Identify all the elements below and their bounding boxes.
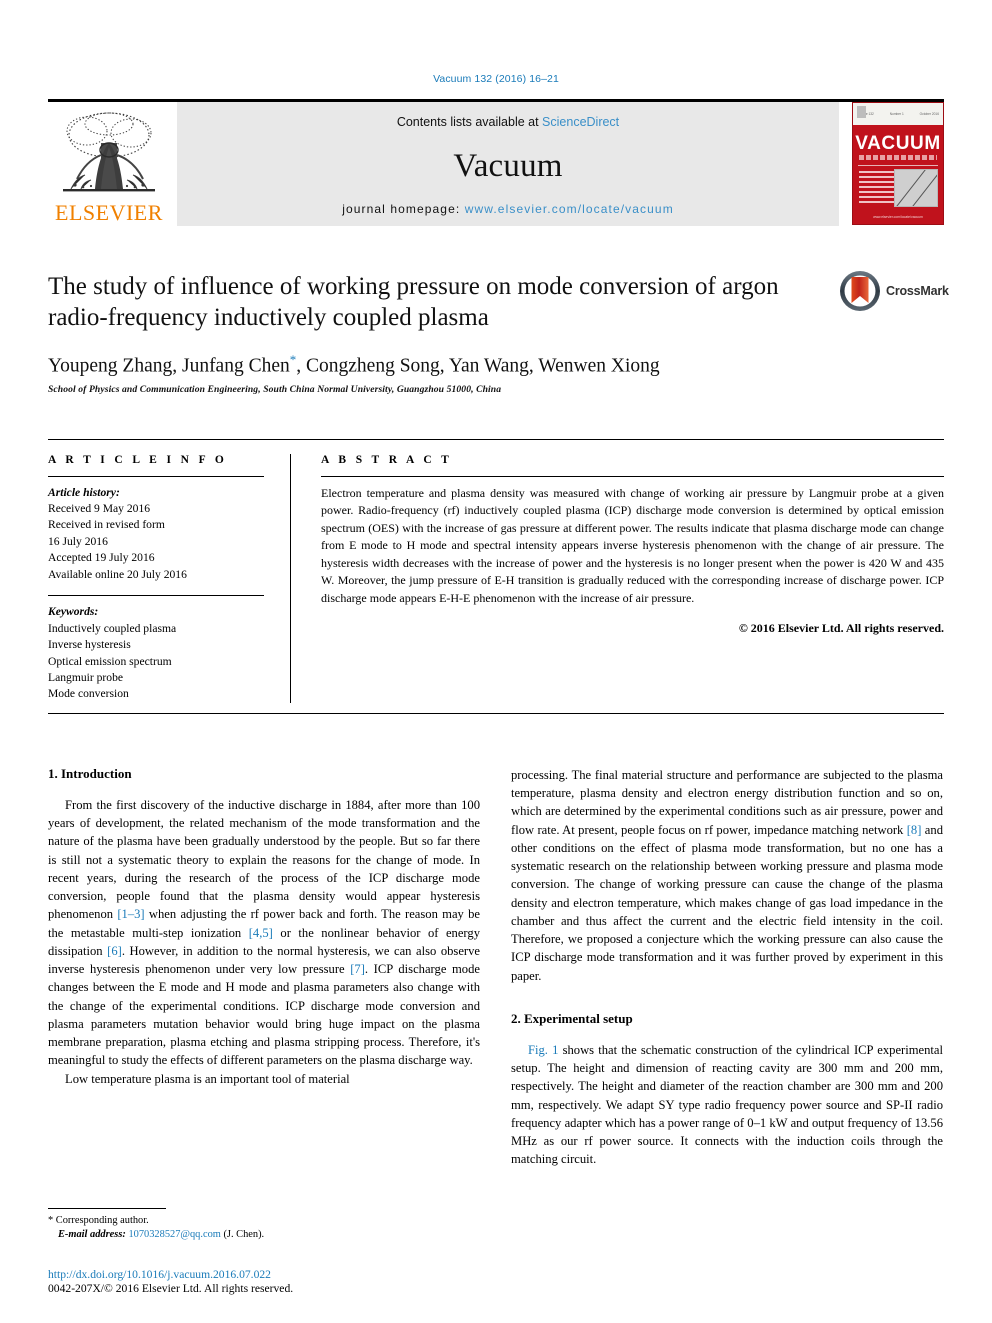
keyword-item: Mode conversion [48,687,129,701]
article-info-rule [48,475,264,477]
keywords-rule [48,595,264,597]
history-item: 16 July 2016 [48,534,108,548]
sciencedirect-link[interactable]: ScienceDirect [542,115,619,129]
history-item: Received in revised form [48,518,165,532]
setup-paragraph-1: Fig. 1 shows that the schematic construc… [511,1041,943,1169]
info-abstract-bottom-rule [48,712,944,714]
intro-text-e: . ICP discharge mode changes between the… [48,962,480,1068]
cover-elsevier-mark [857,106,866,118]
journal-cover-thumbnail: Volume 132 Number 1 October 2016 VACUUM … [852,102,944,225]
crossmark-icon [840,271,880,311]
keyword-item: Inverse hysteresis [48,638,131,652]
right-text-b: and other conditions on the effect of pl… [511,822,943,983]
article-history-block: Article history: Received 9 May 2016 Rec… [48,485,264,584]
intro-paragraph-1: From the first discovery of the inductiv… [48,796,480,1070]
journal-cover-block: Volume 132 Number 1 October 2016 VACUUM … [846,102,944,226]
citation-link-8[interactable]: [8] [907,823,922,837]
citation-link-6[interactable]: [6] [107,944,122,958]
history-item: Received 9 May 2016 [48,501,151,515]
running-head: Vacuum 132 (2016) 16–21 [433,73,559,85]
elsevier-logo-block: ELSEVIER [48,102,170,226]
cover-label-number: Number 1 [889,112,904,116]
doi-link[interactable]: http://dx.doi.org/10.1016/j.vacuum.2016.… [48,1268,548,1281]
citation-link-7[interactable]: [7] [350,962,365,976]
right-text-a: processing. The final material structure… [511,767,943,837]
author-affiliation: School of Physics and Communication Engi… [48,383,502,395]
article-history-label: Article history: [48,485,120,499]
author-list: Youpeng Zhang, Junfang Chen*, Congzheng … [48,352,944,378]
journal-band: Contents lists available at ScienceDirec… [177,102,839,226]
authors-primary: Youpeng Zhang, Junfang Chen [48,355,290,377]
info-abstract-section: A R T I C L E I N F O Article history: R… [48,438,944,703]
title-area: The study of influence of working pressu… [48,271,949,395]
crossmark-badge[interactable]: CrossMark [839,266,949,316]
cover-editor-list [859,171,897,205]
right-paragraph-1: processing. The final material structure… [511,766,943,985]
authors-secondary: , Congzheng Song, Yan Wang, Wenwen Xiong [296,355,660,377]
section-heading-experimental-setup: 2. Experimental setup [511,1010,633,1026]
abstract-copyright: © 2016 Elsevier Ltd. All rights reserved… [738,621,944,636]
section-heading-introduction: 1. Introduction [48,765,132,781]
cover-top-bar: Volume 132 Number 1 October 2016 [853,103,943,125]
keyword-item: Langmuir probe [48,671,124,685]
email-label: E-mail address: [58,1229,126,1241]
setup-text: shows that the schematic construction of… [511,1042,943,1167]
figure-link-fig1[interactable]: Fig. 1 [528,1043,558,1057]
abstract-text: Electron temperature and plasma density … [321,485,944,605]
homepage-prefix: journal homepage: [342,202,465,216]
keyword-item: Inductively coupled plasma [48,621,177,635]
keyword-item: Optical emission spectrum [48,654,172,668]
keywords-label: Keywords: [48,605,99,619]
cover-label-date: October 2016 [919,112,939,116]
journal-article-page: Vacuum 132 (2016) 16–21 ELSEVIER Content… [0,0,992,1323]
email-suffix: (J. Chen). [220,1229,265,1241]
elsevier-wordmark: ELSEVIER [55,200,163,225]
page-title: The study of influence of working pressu… [48,273,779,331]
body-columns: 1. Introduction From the first discovery… [48,766,944,1169]
keywords-block: Keywords: Inductively coupled plasma Inv… [48,604,264,703]
abstract-column: A B S T R A C T Electron temperature and… [291,454,944,703]
page-footer: http://dx.doi.org/10.1016/j.vacuum.2016.… [48,1268,548,1295]
abstract-rule [321,475,944,477]
footnote-rule [48,1207,166,1209]
citation-link-1-3[interactable]: [1–3] [117,907,144,921]
intro-text-a: From the first discovery of the inductiv… [48,797,480,922]
cover-divider [858,165,938,166]
journal-homepage-link[interactable]: www.elsevier.com/locate/vacuum [465,202,674,216]
journal-homepage-line: journal homepage: www.elsevier.com/locat… [342,202,674,216]
right-column: processing. The final material structure… [511,766,943,1169]
cover-title: VACUUM [855,133,941,154]
article-info-heading: A R T I C L E I N F O [48,453,228,466]
article-info-column: A R T I C L E I N F O Article history: R… [48,453,291,703]
cover-footer-url: www.elsevier.com/locate/vacuum [873,215,923,219]
email-link[interactable]: 1070328527@qq.com [128,1229,220,1240]
email-note: E-mail address: 1070328527@qq.com (J. Ch… [48,1228,480,1243]
left-column: 1. Introduction From the first discovery… [48,766,480,1169]
history-item: Accepted 19 July 2016 [48,551,155,565]
journal-masthead: ELSEVIER Contents lists available at Sci… [48,99,944,226]
corresponding-author-note: * Corresponding author. [48,1214,149,1226]
footnote-block: * Corresponding author. E-mail address: … [48,1207,480,1243]
citation-link-4-5[interactable]: [4,5] [249,926,273,940]
journal-title: Vacuum [453,148,563,184]
contents-lists-line: Contents lists available at ScienceDirec… [397,115,619,129]
crossmark-label: CrossMark [886,284,949,298]
history-item: Available online 20 July 2016 [48,567,187,581]
contents-prefix: Contents lists available at [396,115,543,129]
cover-image [894,169,938,207]
cover-subtitle-bars [859,155,937,160]
elsevier-tree-logo [63,112,155,192]
abstract-heading: A B S T R A C T [321,453,453,466]
intro-paragraph-2: Low temperature plasma is an important t… [65,1071,350,1086]
issn-copyright-line: 0042-207X/© 2016 Elsevier Ltd. All right… [48,1282,294,1295]
